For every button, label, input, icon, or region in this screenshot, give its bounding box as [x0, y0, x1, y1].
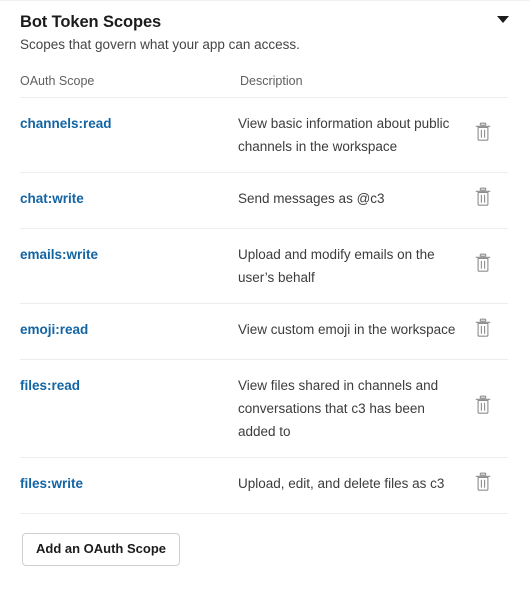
cell-scope: files:read [20, 360, 238, 458]
column-header-description: Description [240, 74, 303, 88]
trash-icon[interactable] [474, 122, 494, 142]
cell-action [460, 173, 508, 229]
cell-action [460, 458, 508, 514]
cell-description: Upload, edit, and delete files as c3 [238, 476, 445, 491]
scope-link[interactable]: emoji:read [20, 322, 88, 337]
scope-link[interactable]: channels:read [20, 116, 112, 131]
trash-icon[interactable] [474, 187, 494, 207]
cell-action [460, 360, 508, 458]
trash-icon[interactable] [474, 472, 494, 492]
table-header: OAuth Scope Description [20, 54, 508, 98]
trash-icon[interactable] [474, 395, 494, 415]
page-title: Bot Token Scopes [20, 13, 162, 31]
cell-scope: channels:read [20, 98, 238, 173]
scope-link[interactable]: files:read [20, 378, 80, 393]
scope-link[interactable]: files:write [20, 476, 83, 491]
cell-description: Send messages as @c3 [238, 191, 385, 206]
table-row: emoji:read View custom emoji in the works… [20, 303, 508, 360]
table-row: channels:read View basic information abou… [20, 97, 508, 173]
trash-icon[interactable] [474, 318, 494, 338]
column-header-action [460, 54, 508, 98]
cell-description: Upload and modify emails on the user’s b… [238, 247, 435, 285]
cell-description: View files shared in channels and conver… [238, 378, 439, 439]
card-header: Bot Token Scopes Scopes that govern what… [0, 1, 530, 54]
caret-shape [497, 15, 509, 23]
table-body: channels:read View basic information abou… [20, 97, 508, 514]
bot-token-scopes-card: Bot Token Scopes Scopes that govern what… [0, 0, 530, 601]
trash-icon[interactable] [474, 253, 494, 273]
cell-scope: emoji:read [20, 304, 238, 360]
column-header-scope: OAuth Scope [20, 74, 95, 88]
scope-link[interactable]: emails:write [20, 247, 98, 262]
cell-action [460, 304, 508, 360]
table-row: files:write Upload, edit, and delete file… [20, 457, 508, 514]
card-subtitle: Scopes that govern what your app can acc… [20, 37, 300, 52]
add-oauth-scope-button[interactable]: Add an OAuth Scope [22, 533, 180, 566]
cell-action [460, 98, 508, 173]
cell-scope: emails:write [20, 229, 238, 304]
cell-description: View custom emoji in the workspace [238, 322, 456, 337]
table-row: chat:write Send messages as @c3 [20, 172, 508, 229]
cell-scope: chat:write [20, 173, 238, 229]
table-row: files:read View files shared in channels … [20, 359, 508, 458]
cell-scope: files:write [20, 458, 238, 514]
cell-description: View basic information about public chan… [238, 116, 450, 154]
card-footer: Add an OAuth Scope [0, 514, 530, 566]
chevron-down-icon[interactable] [494, 10, 512, 28]
scope-link[interactable]: chat:write [20, 191, 84, 206]
table-header-row: OAuth Scope Description [20, 54, 508, 98]
oauth-scopes-table: OAuth Scope Description channels:read Vie… [20, 54, 508, 514]
table-row: emails:write Upload and modify emails on … [20, 228, 508, 304]
cell-action [460, 229, 508, 304]
